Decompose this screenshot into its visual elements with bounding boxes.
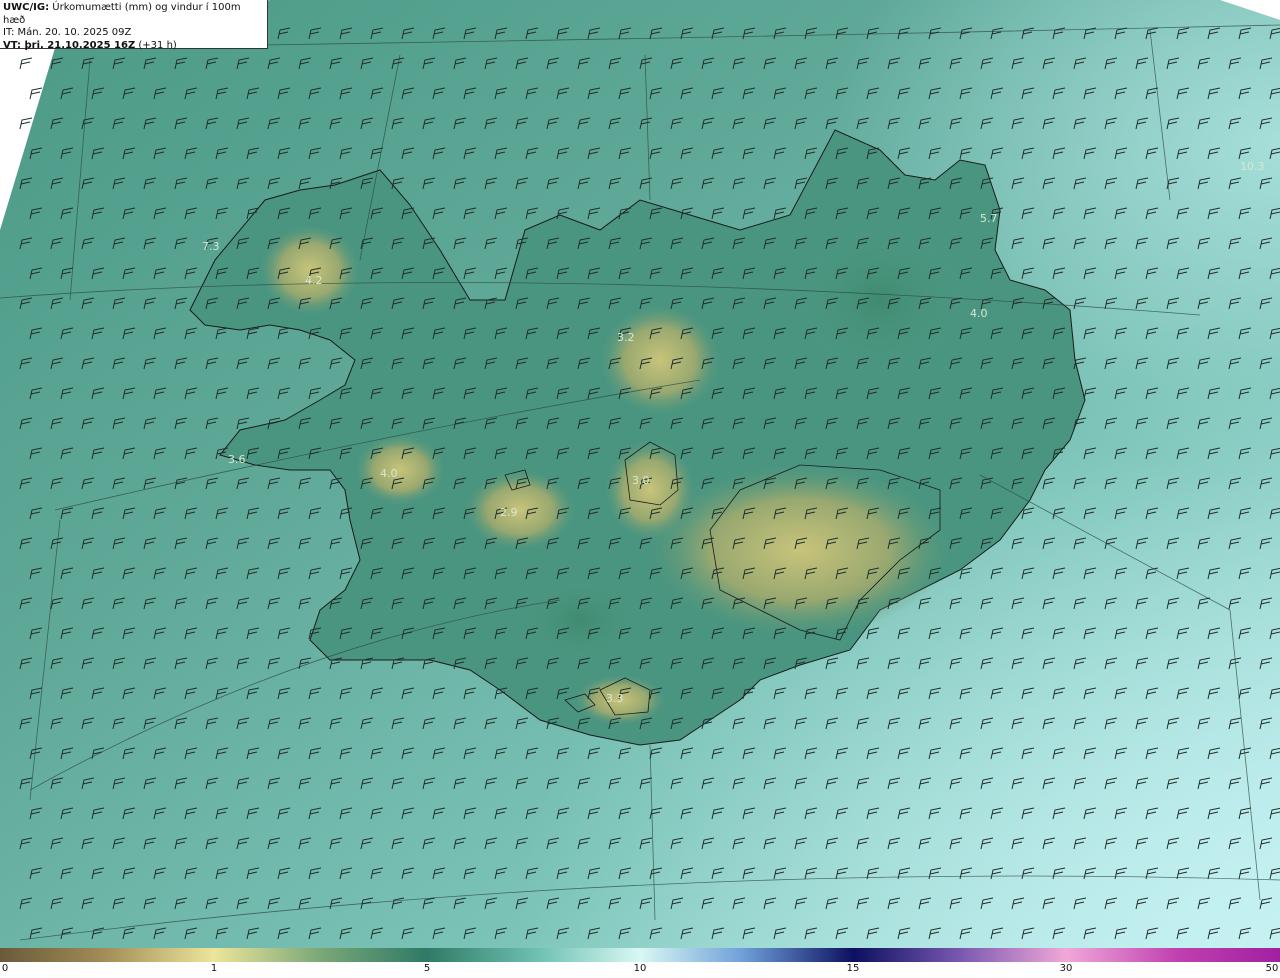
colorbar-tick: 5	[423, 963, 431, 974]
colorbar-tick: 15	[846, 963, 860, 974]
value-label: 4.0	[970, 307, 988, 320]
valid-time-line: VT: þri. 21.10.2025 16Z (+31 h)	[3, 40, 264, 53]
precipitation-wind-map: 7.3 4.2 3.2 4.0 3.6 4.0 2.9 3.0 3.3 10.3…	[0, 0, 1280, 948]
colorbar-labels: 0 1 5 10 15 30 50	[0, 963, 1280, 978]
value-label: 3.2	[617, 331, 635, 344]
value-label: 5.7	[980, 212, 998, 225]
colorbar-tick: 1	[210, 963, 218, 974]
value-label: 3.6	[228, 453, 246, 466]
value-label: 4.2	[305, 274, 323, 287]
value-label: 3.0	[632, 474, 650, 487]
valid-time: VT: þri. 21.10.2025 16Z	[3, 39, 136, 51]
colorbar-tick: 30	[1059, 963, 1073, 974]
map-title-box: UWC/IG: Úrkomumætti (mm) og vindur í 100…	[0, 0, 268, 51]
value-label: 7.3	[202, 240, 220, 253]
value-label: 2.9	[500, 506, 518, 519]
forecast-offset: (+31 h)	[138, 39, 177, 51]
colorbar-tick: 0	[1, 963, 9, 974]
issue-time: IT: Mán. 20. 10. 2025 09Z	[3, 27, 132, 38]
value-label: 10.3	[1240, 160, 1265, 173]
colorbar	[0, 948, 1280, 962]
model-name: UWC/IG:	[3, 2, 50, 13]
colorbar-tick: 50	[1265, 963, 1279, 974]
value-label: 4.0	[380, 467, 398, 480]
value-label: 3.3	[606, 692, 624, 705]
colorbar-tick: 10	[633, 963, 647, 974]
title-line: UWC/IG: Úrkomumætti (mm) og vindur í 100…	[3, 2, 264, 27]
